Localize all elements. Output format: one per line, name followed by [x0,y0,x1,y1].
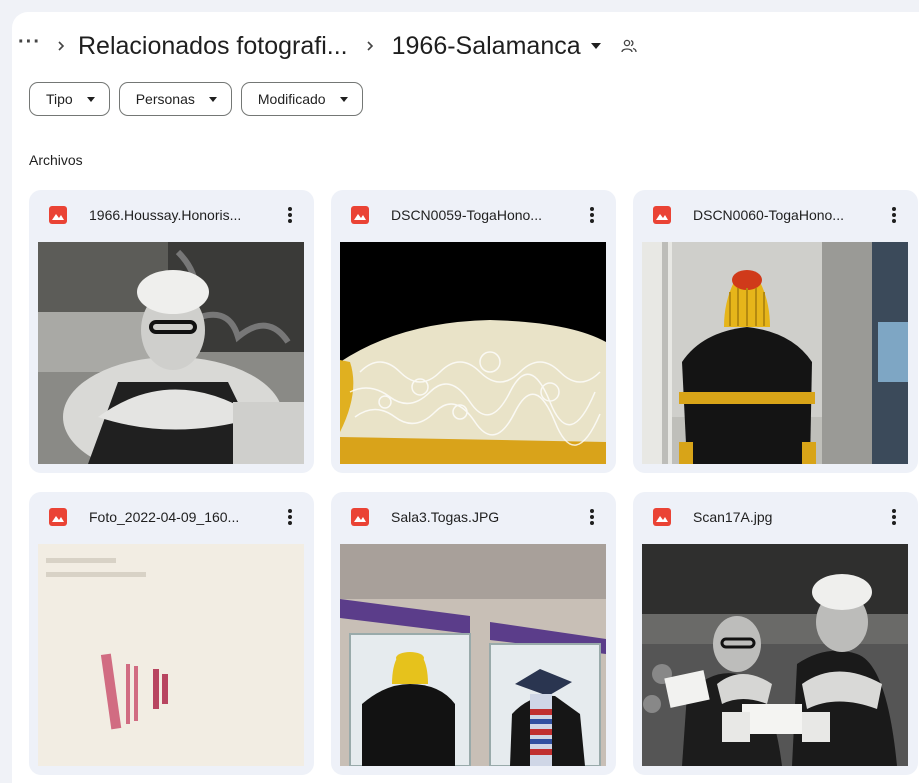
filter-type-chip[interactable]: Tipo [29,82,110,116]
image-file-icon [351,508,369,526]
file-card[interactable]: DSCN0060-TogaHono... [633,190,918,473]
file-card-header: DSCN0060-TogaHono... [633,190,918,240]
chip-label: Personas [135,91,195,107]
chevron-right-icon [348,40,392,52]
file-thumbnail[interactable] [38,544,304,766]
image-file-icon [351,206,369,224]
more-options-icon[interactable] [288,509,292,525]
file-name: DSCN0059-TogaHono... [391,207,542,223]
shared-people-icon[interactable] [620,39,637,53]
more-options-icon[interactable] [590,509,594,525]
caret-down-icon [86,96,95,102]
caret-down-icon [590,43,601,49]
file-card[interactable]: Foto_2022-04-09_160... [29,492,314,775]
file-name: 1966.Houssay.Honoris... [89,207,242,223]
breadcrumb-more-button[interactable]: ··· [18,32,44,52]
file-thumbnail[interactable] [642,242,908,464]
file-card[interactable]: Scan17A.jpg [633,492,918,775]
file-name: Foto_2022-04-09_160... [89,509,240,525]
file-name: DSCN0060-TogaHono... [693,207,844,223]
more-options-icon[interactable] [892,207,896,223]
image-file-icon [49,206,67,224]
breadcrumb-current-folder[interactable]: 1966-Salamanca [392,32,601,61]
file-thumbnail[interactable] [38,242,304,464]
chip-label: Modificado [257,91,326,107]
current-folder-name: 1966-Salamanca [391,31,581,60]
file-card-header: Sala3.Togas.JPG [331,492,616,542]
file-card-header: Foto_2022-04-09_160... [29,492,314,542]
file-thumbnail[interactable] [340,544,606,766]
section-label-files: Archivos [29,152,83,168]
breadcrumb-parent-folder[interactable]: Relacionados fotografi... [78,32,348,61]
file-card-header: Scan17A.jpg [633,492,918,542]
filter-people-chip[interactable]: Personas [118,82,232,116]
file-card-header: DSCN0059-TogaHono... [331,190,616,240]
filter-modified-chip[interactable]: Modificado [240,82,363,116]
image-file-icon [49,508,67,526]
more-options-icon[interactable] [288,207,292,223]
more-options-icon[interactable] [590,207,594,223]
image-file-icon [653,508,671,526]
chip-label: Tipo [46,91,73,107]
caret-down-icon [208,96,217,102]
more-options-icon[interactable] [892,509,896,525]
chevron-right-icon [44,40,78,52]
image-file-icon [653,206,671,224]
file-card[interactable]: 1966.Houssay.Honoris... [29,190,314,473]
file-name: Scan17A.jpg [693,509,773,525]
file-name: Sala3.Togas.JPG [391,509,500,525]
caret-down-icon [339,96,348,102]
file-card-header: 1966.Houssay.Honoris... [29,190,314,240]
breadcrumb: ··· Relacionados fotografi... 1966-Salam… [18,26,637,66]
file-thumbnail[interactable] [340,242,606,464]
filter-chips: Tipo Personas Modificado [29,82,363,116]
file-card[interactable]: DSCN0059-TogaHono... [331,190,616,473]
file-card[interactable]: Sala3.Togas.JPG [331,492,616,775]
file-thumbnail[interactable] [642,544,908,766]
